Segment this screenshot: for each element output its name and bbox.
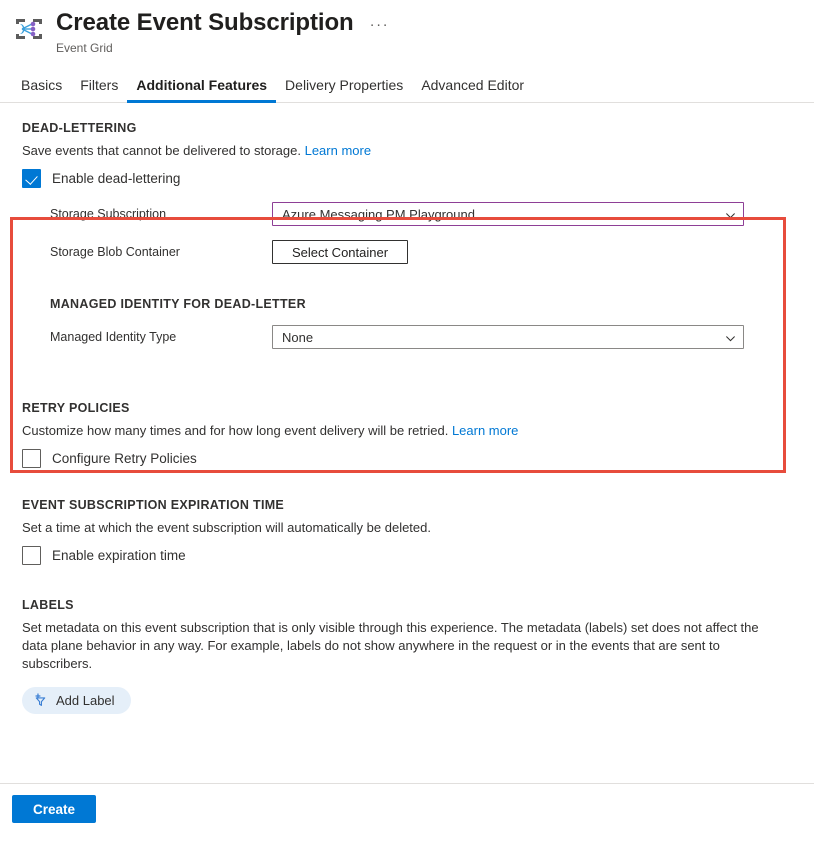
- managed-identity-type-dropdown[interactable]: None: [272, 325, 744, 349]
- dead-lettering-description: Save events that cannot be delivered to …: [22, 142, 802, 160]
- filter-add-icon: [33, 693, 48, 708]
- managed-identity-type-value: None: [282, 329, 314, 345]
- tab-bar: Basics Filters Additional Features Deliv…: [0, 73, 814, 103]
- tab-basics[interactable]: Basics: [12, 76, 71, 102]
- event-grid-icon: [12, 12, 46, 46]
- retry-policies-learn-more-link[interactable]: Learn more: [452, 423, 518, 438]
- labels-description: Set metadata on this event subscription …: [22, 620, 759, 671]
- storage-subscription-dropdown[interactable]: Azure Messaging PM Playground: [272, 202, 744, 226]
- more-options-button[interactable]: ···: [370, 17, 390, 32]
- managed-identity-type-label: Managed Identity Type: [50, 330, 177, 344]
- page-title: Create Event Subscription: [56, 9, 354, 36]
- retry-policies-description-text: Customize how many times and for how lon…: [22, 423, 449, 438]
- select-container-button[interactable]: Select Container: [272, 240, 408, 264]
- tab-additional-features[interactable]: Additional Features: [127, 76, 276, 103]
- enable-expiration-time-row[interactable]: Enable expiration time: [22, 546, 802, 565]
- tab-delivery-properties[interactable]: Delivery Properties: [276, 76, 412, 102]
- enable-expiration-time-checkbox[interactable]: [22, 546, 41, 565]
- storage-blob-container-control: Select Container: [272, 240, 744, 264]
- enable-dead-lettering-row[interactable]: Enable dead-lettering: [22, 169, 802, 188]
- add-label-button-text: Add Label: [56, 693, 115, 708]
- form-content: DEAD-LETTERING Save events that cannot b…: [0, 103, 814, 714]
- create-button[interactable]: Create: [12, 795, 96, 823]
- retry-policies-title: RETRY POLICIES: [22, 401, 130, 415]
- managed-identity-type-control: None: [272, 325, 744, 349]
- enable-dead-lettering-label: Enable dead-lettering: [52, 170, 181, 186]
- dead-lettering-title: DEAD-LETTERING: [22, 121, 137, 135]
- enable-dead-lettering-checkbox[interactable]: [22, 169, 41, 188]
- tab-advanced-editor[interactable]: Advanced Editor: [412, 76, 533, 102]
- title-line: Create Event Subscription ···: [56, 8, 389, 38]
- dead-lettering-description-text: Save events that cannot be delivered to …: [22, 143, 301, 158]
- tab-filters[interactable]: Filters: [71, 76, 127, 102]
- section-retry-policies: RETRY POLICIES Customize how many times …: [12, 401, 802, 468]
- title-block: Create Event Subscription ··· Event Grid: [56, 8, 389, 56]
- add-label-button[interactable]: Add Label: [22, 687, 131, 714]
- storage-subscription-control: Azure Messaging PM Playground: [272, 202, 744, 226]
- configure-retry-policies-row[interactable]: Configure Retry Policies: [22, 449, 802, 468]
- section-expiration-time: EVENT SUBSCRIPTION EXPIRATION TIME Set a…: [12, 498, 802, 565]
- storage-subscription-label: Storage Subscription: [50, 207, 167, 221]
- page-header: Create Event Subscription ··· Event Grid…: [0, 0, 814, 103]
- managed-identity-section-title: MANAGED IDENTITY FOR DEAD-LETTER: [50, 297, 306, 311]
- header-row: Create Event Subscription ··· Event Grid: [0, 8, 814, 56]
- footer-bar: Create: [0, 783, 814, 846]
- section-dead-lettering: DEAD-LETTERING Save events that cannot b…: [12, 103, 802, 349]
- page-subtitle: Event Grid: [56, 41, 113, 55]
- section-labels: LABELS Set metadata on this event subscr…: [12, 598, 802, 714]
- expiration-time-title: EVENT SUBSCRIPTION EXPIRATION TIME: [22, 498, 285, 512]
- retry-policies-description: Customize how many times and for how lon…: [22, 422, 802, 440]
- storage-subscription-row: Storage Subscription Azure Messaging PM …: [22, 202, 802, 226]
- dead-lettering-learn-more-link[interactable]: Learn more: [305, 143, 371, 158]
- chevron-down-icon: [725, 209, 736, 220]
- managed-identity-type-row: Managed Identity Type None: [22, 325, 802, 349]
- configure-retry-policies-checkbox[interactable]: [22, 449, 41, 468]
- enable-expiration-time-label: Enable expiration time: [52, 547, 186, 563]
- chevron-down-icon: [725, 332, 736, 343]
- configure-retry-policies-label: Configure Retry Policies: [52, 450, 197, 466]
- storage-subscription-value: Azure Messaging PM Playground: [282, 206, 475, 222]
- storage-blob-container-label: Storage Blob Container: [50, 245, 180, 259]
- expiration-time-description: Set a time at which the event subscripti…: [22, 520, 431, 535]
- storage-blob-container-row: Storage Blob Container Select Container: [22, 240, 802, 264]
- labels-title: LABELS: [22, 598, 74, 612]
